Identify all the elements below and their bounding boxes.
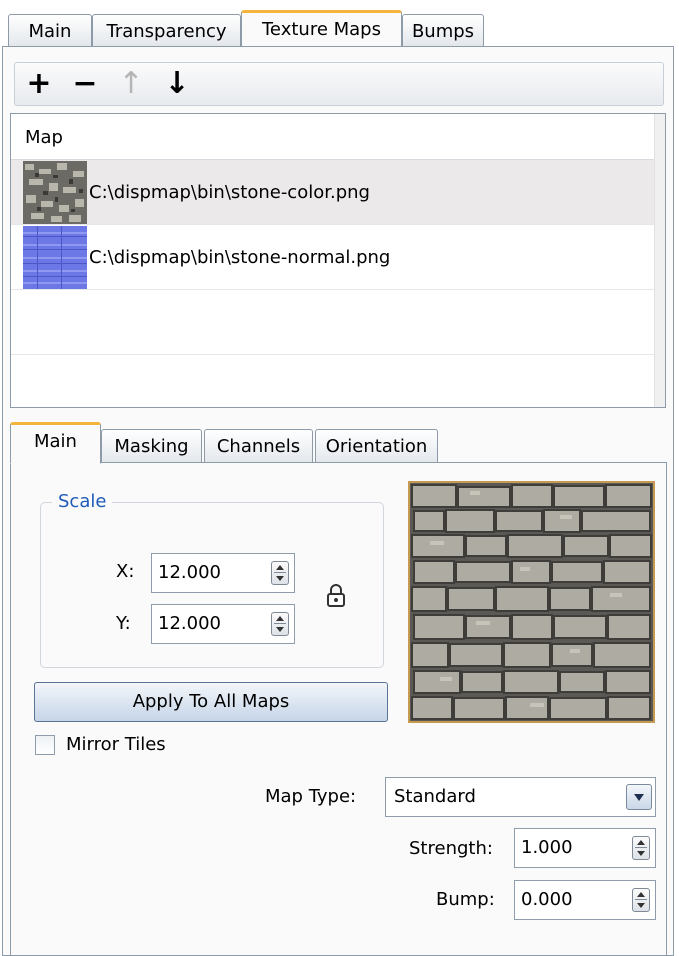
scale-x-value: 12.000 <box>158 562 221 583</box>
scale-x-label: X: <box>116 561 135 582</box>
map-type-label: Map Type: <box>265 786 357 807</box>
strength-value: 1.000 <box>521 837 573 858</box>
chevron-down-icon[interactable] <box>626 784 652 810</box>
strength-spinner[interactable] <box>632 836 650 860</box>
subtab-main[interactable]: Main <box>10 422 101 464</box>
map-list[interactable]: Map C:\dispmap\bin\stone-color.png C:\di… <box>10 113 666 408</box>
tab-bumps[interactable]: Bumps <box>402 14 484 46</box>
empty-row <box>11 290 655 355</box>
add-map-button[interactable]: + <box>21 65 57 103</box>
scale-x-spinner[interactable] <box>271 561 289 585</box>
scale-x-input[interactable]: 12.000 <box>151 553 295 593</box>
strength-input[interactable]: 1.000 <box>514 828 656 868</box>
remove-map-button[interactable]: − <box>67 65 103 103</box>
map-row-stone-normal[interactable]: C:\dispmap\bin\stone-normal.png <box>11 225 655 290</box>
subtab-masking[interactable]: Masking <box>101 429 202 463</box>
stone-normal-thumbnail <box>23 226 87 289</box>
bump-spinner[interactable] <box>632 888 650 912</box>
scale-y-input[interactable]: 12.000 <box>151 604 295 644</box>
scale-legend: Scale <box>52 491 113 512</box>
move-down-button[interactable]: ↓ <box>159 65 195 103</box>
map-column-header[interactable]: Map <box>11 114 655 160</box>
scale-y-value: 12.000 <box>158 613 221 634</box>
map-path: C:\dispmap\bin\stone-color.png <box>89 182 370 203</box>
move-up-button[interactable]: ↑ <box>113 65 149 103</box>
subtab-channels[interactable]: Channels <box>204 429 313 463</box>
map-path: C:\dispmap\bin\stone-normal.png <box>89 247 391 268</box>
apply-to-all-maps-button[interactable]: Apply To All Maps <box>34 682 388 722</box>
map-type-select[interactable]: Standard <box>385 777 656 817</box>
strength-label: Strength: <box>409 838 493 859</box>
list-scrollbar[interactable] <box>654 114 665 407</box>
bump-value: 0.000 <box>521 889 573 910</box>
scale-y-label: Y: <box>116 613 131 634</box>
map-row-stone-color[interactable]: C:\dispmap\bin\stone-color.png <box>11 160 655 225</box>
texture-preview-image <box>408 481 655 723</box>
map-toolbar: + − ↑ ↓ <box>14 62 664 106</box>
empty-row <box>11 355 655 420</box>
tab-main[interactable]: Main <box>8 14 92 46</box>
lock-aspect-icon[interactable] <box>325 584 347 608</box>
stone-color-thumbnail <box>23 161 87 224</box>
map-type-value: Standard <box>394 786 476 807</box>
mirror-tiles-label[interactable]: Mirror Tiles <box>66 734 166 755</box>
tab-transparency[interactable]: Transparency <box>92 14 241 46</box>
subtab-orientation[interactable]: Orientation <box>315 429 438 463</box>
scale-y-spinner[interactable] <box>271 612 289 636</box>
mirror-tiles-checkbox[interactable] <box>35 735 55 755</box>
bump-input[interactable]: 0.000 <box>514 880 656 920</box>
bump-label: Bump: <box>436 889 495 910</box>
tab-texture-maps[interactable]: Texture Maps <box>241 10 402 48</box>
